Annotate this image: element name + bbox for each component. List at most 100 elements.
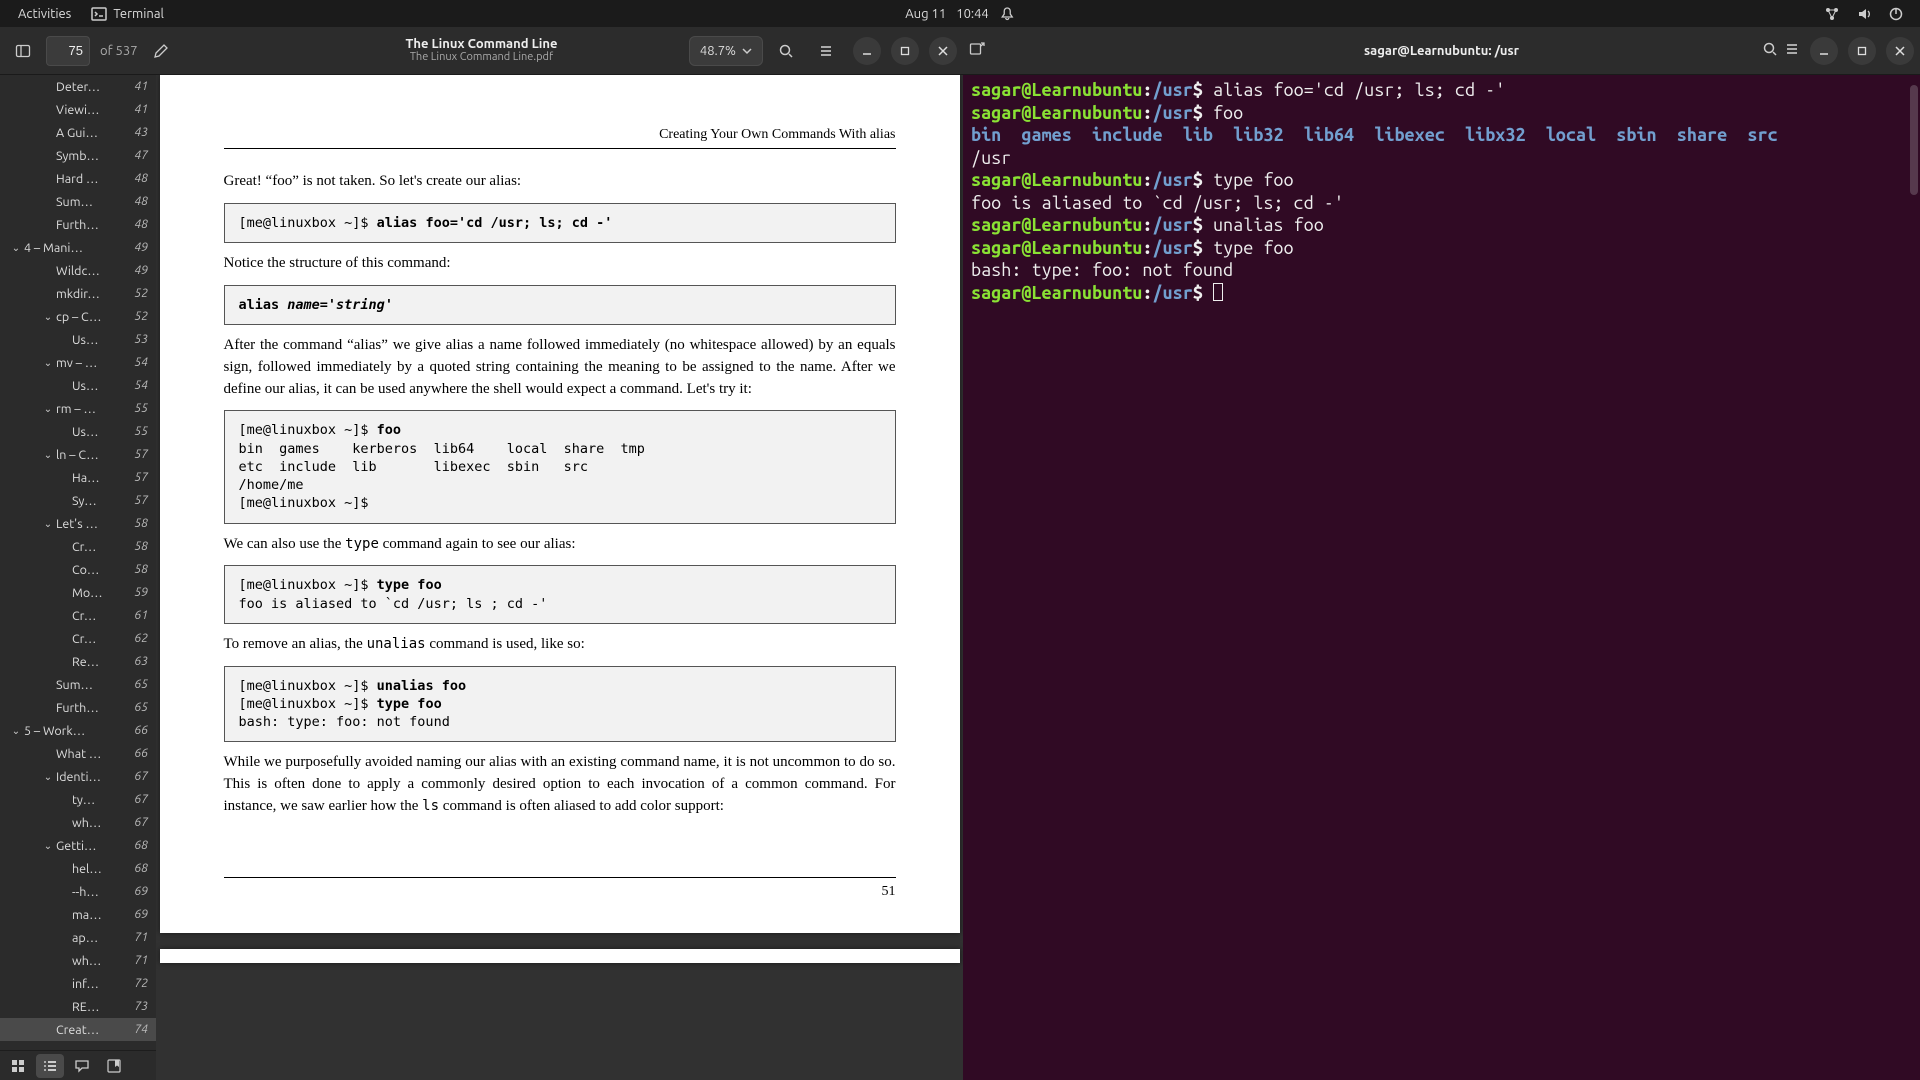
- page-text: To remove an alias, the unalias command …: [224, 634, 896, 656]
- outline-item[interactable]: ty…67: [0, 788, 156, 811]
- outline-item[interactable]: Creat… 74: [0, 1018, 156, 1041]
- outline-item[interactable]: hel…68: [0, 857, 156, 880]
- outline-list[interactable]: Deter…41Viewi…41A Gui…43Symb…47Hard …48S…: [0, 75, 156, 1050]
- zoom-selector[interactable]: 48.7%: [689, 36, 763, 66]
- pdf-minimize-button[interactable]: [853, 37, 881, 65]
- page-number-input[interactable]: [46, 36, 90, 66]
- new-tab-button[interactable]: [969, 41, 985, 61]
- terminal-minimize-button[interactable]: [1810, 37, 1838, 65]
- terminal-maximize-button[interactable]: [1848, 37, 1876, 65]
- caret-icon: ⌄: [8, 725, 24, 737]
- outline-item-page: 58: [134, 517, 148, 530]
- code-block: alias name='string': [224, 285, 896, 325]
- outline-item-page: 48: [134, 195, 148, 208]
- network-icon[interactable]: [1824, 6, 1840, 22]
- outline-item[interactable]: Furth…48: [0, 213, 156, 236]
- outline-item[interactable]: ⌄Let's …58: [0, 512, 156, 535]
- terminal-menu-button[interactable]: [1784, 41, 1800, 61]
- outline-item[interactable]: ⌄4 – Mani…49: [0, 236, 156, 259]
- outline-item[interactable]: Cr…58: [0, 535, 156, 558]
- terminal-scrollbar[interactable]: [1910, 85, 1918, 195]
- outline-item-title: rm – …: [56, 402, 128, 416]
- outline-item-page: 58: [134, 563, 148, 576]
- caret-icon: ⌄: [40, 840, 56, 852]
- outline-item[interactable]: Us…54: [0, 374, 156, 397]
- terminal-body[interactable]: sagar@Learnubuntu:/usr$ alias foo='cd /u…: [963, 75, 1920, 1080]
- outline-item[interactable]: Co…58: [0, 558, 156, 581]
- pdf-maximize-button[interactable]: [891, 37, 919, 65]
- pdf-outline-sidebar: Deter…41Viewi…41A Gui…43Symb…47Hard …48S…: [0, 75, 156, 1080]
- outline-item[interactable]: Mo…59: [0, 581, 156, 604]
- activities-button[interactable]: Activities: [8, 7, 81, 21]
- outline-item[interactable]: inf…72: [0, 972, 156, 995]
- outline-item[interactable]: wh…67: [0, 811, 156, 834]
- outline-item[interactable]: ⌄cp – C…52: [0, 305, 156, 328]
- outline-item-title: What …: [56, 747, 128, 761]
- clock-area[interactable]: Aug 11 10:44: [905, 6, 1015, 22]
- running-head: Creating Your Own Commands With alias: [224, 125, 896, 149]
- pdf-page: Creating Your Own Commands With alias Gr…: [160, 75, 960, 933]
- outline-item[interactable]: Cr…61: [0, 604, 156, 627]
- outline-item-page: 66: [134, 724, 148, 737]
- outline-item[interactable]: Sum…65: [0, 673, 156, 696]
- outline-item[interactable]: RE…73: [0, 995, 156, 1018]
- outline-item[interactable]: A Gui…43: [0, 121, 156, 144]
- volume-icon[interactable]: [1856, 6, 1872, 22]
- outline-item[interactable]: --h…69: [0, 880, 156, 903]
- outline-item[interactable]: Furth…65: [0, 696, 156, 719]
- search-button[interactable]: [769, 34, 803, 68]
- outline-item-page: 67: [134, 793, 148, 806]
- outline-item-title: Symb…: [56, 149, 128, 163]
- outline-item[interactable]: wh…71: [0, 949, 156, 972]
- outline-item-title: Creat…: [56, 1023, 128, 1037]
- outline-item[interactable]: Viewi…41: [0, 98, 156, 121]
- outline-item[interactable]: ma…69: [0, 903, 156, 926]
- outline-item[interactable]: Wildc…49: [0, 259, 156, 282]
- outline-item-title: wh…: [72, 816, 128, 830]
- outline-item[interactable]: ⌄Getti…68: [0, 834, 156, 857]
- outline-item[interactable]: ⌄rm – …55: [0, 397, 156, 420]
- outline-item[interactable]: What …66: [0, 742, 156, 765]
- pdf-page-view[interactable]: Creating Your Own Commands With alias Gr…: [156, 75, 963, 1080]
- power-icon[interactable]: [1888, 6, 1904, 22]
- focused-app-indicator[interactable]: Terminal: [81, 6, 174, 22]
- caret-icon: ⌄: [40, 357, 56, 369]
- outline-item[interactable]: ⌄ln – C…57: [0, 443, 156, 466]
- outline-item[interactable]: mkdir…52: [0, 282, 156, 305]
- annotate-button[interactable]: [144, 34, 178, 68]
- outline-item-page: 41: [134, 103, 148, 116]
- terminal-search-button[interactable]: [1762, 41, 1778, 61]
- sidebar-toggle-button[interactable]: [6, 34, 40, 68]
- outline-item-page: 59: [134, 586, 148, 599]
- pdf-close-button[interactable]: [929, 37, 957, 65]
- outline-item[interactable]: Symb…47: [0, 144, 156, 167]
- outline-item[interactable]: ap…71: [0, 926, 156, 949]
- outline-item-title: 4 – Mani…: [24, 241, 128, 255]
- view-outline-button[interactable]: [36, 1054, 64, 1078]
- outline-item[interactable]: Us…53: [0, 328, 156, 351]
- terminal-title: sagar@Learnubuntu: /usr: [1364, 44, 1519, 58]
- view-bookmarks-button[interactable]: [100, 1054, 128, 1078]
- outline-item[interactable]: ⌄Identi…67: [0, 765, 156, 788]
- terminal-window: sagar@Learnubuntu: /usr sagar@Learnubunt…: [963, 27, 1920, 1080]
- outline-item[interactable]: Cr…62: [0, 627, 156, 650]
- terminal-close-button[interactable]: [1886, 37, 1914, 65]
- outline-item[interactable]: Deter…41: [0, 75, 156, 98]
- outline-item-page: 54: [134, 356, 148, 369]
- outline-item[interactable]: Us…55: [0, 420, 156, 443]
- outline-item[interactable]: Ha…57: [0, 466, 156, 489]
- outline-item[interactable]: Re…63: [0, 650, 156, 673]
- view-annotations-button[interactable]: [68, 1054, 96, 1078]
- outline-item[interactable]: Sum…48: [0, 190, 156, 213]
- outline-item[interactable]: ⌄mv – …54: [0, 351, 156, 374]
- caret-icon: ⌄: [40, 403, 56, 415]
- outline-item-page: 74: [134, 1023, 148, 1036]
- outline-item-title: Ha…: [72, 471, 128, 485]
- outline-item-page: 71: [134, 954, 148, 967]
- page-footer-rule: [224, 877, 896, 878]
- view-thumbnails-button[interactable]: [4, 1054, 32, 1078]
- outline-item[interactable]: ⌄5 – Work…66: [0, 719, 156, 742]
- outline-item[interactable]: Sy…57: [0, 489, 156, 512]
- outline-item[interactable]: Hard …48: [0, 167, 156, 190]
- pdf-menu-button[interactable]: [809, 34, 843, 68]
